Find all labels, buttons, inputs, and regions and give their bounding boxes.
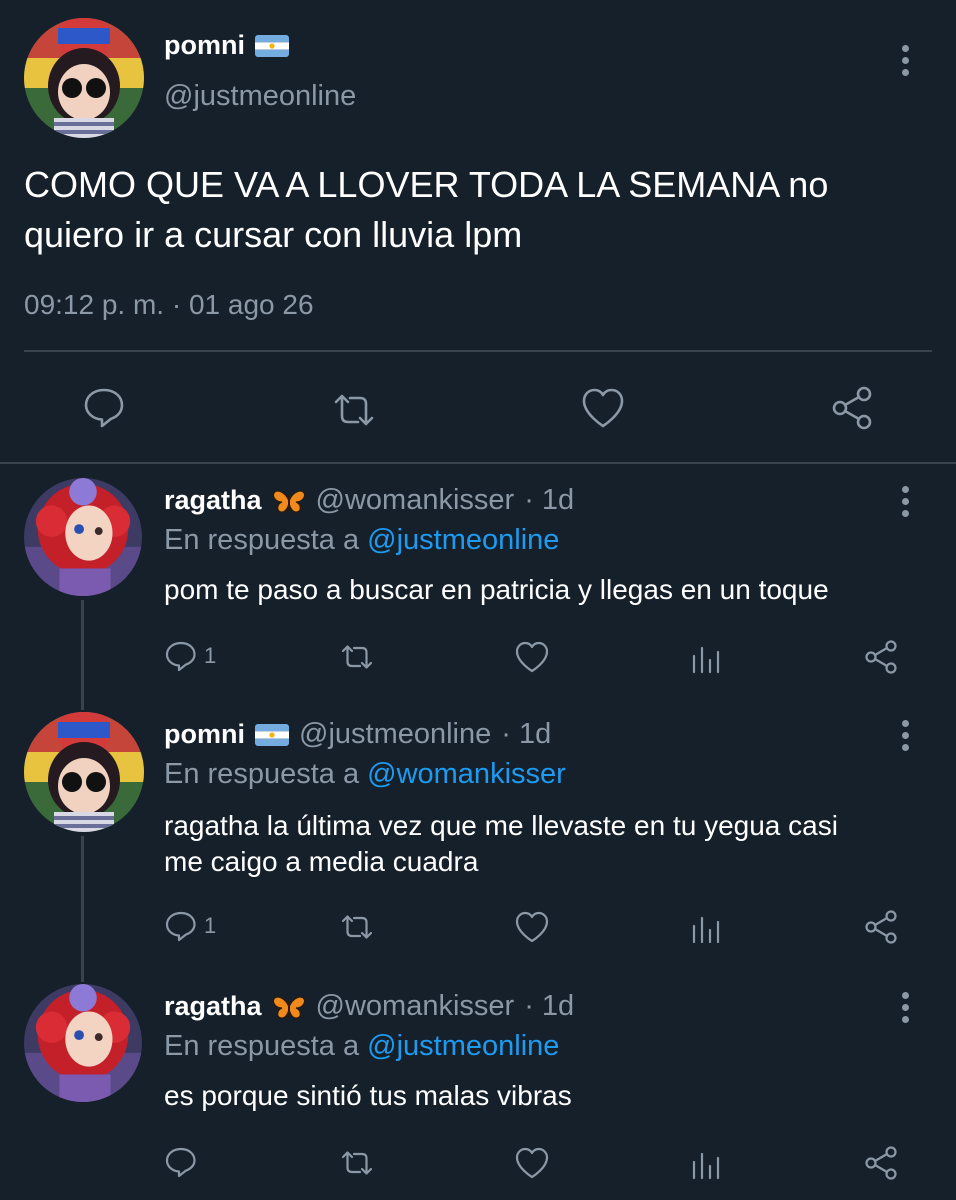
reply-to-link[interactable]: @womankisser bbox=[367, 758, 566, 790]
reply-text-line: pom te paso a buscar en patricia y llega… bbox=[164, 574, 829, 605]
tweet-timestamp: 09:12 p. m. · 01 ago 26 bbox=[24, 289, 314, 320]
tweet-text-line: COMO QUE VA A LLOVER TODA LA SEMANA no bbox=[24, 164, 829, 205]
reply-icon[interactable] bbox=[82, 386, 126, 430]
argentina-flag-icon bbox=[255, 723, 289, 746]
more-options-icon[interactable] bbox=[902, 45, 912, 81]
avatar[interactable] bbox=[24, 478, 142, 596]
like-icon[interactable] bbox=[580, 386, 626, 430]
tweet-time: · 1d bbox=[501, 718, 552, 750]
reply-count: 1 bbox=[204, 643, 217, 668]
reply-action[interactable]: 1 bbox=[164, 640, 216, 672]
retweet-icon[interactable] bbox=[338, 912, 376, 942]
share-icon[interactable] bbox=[862, 638, 900, 676]
reply-action[interactable]: 1 bbox=[164, 910, 216, 942]
tweet-time: · 1d bbox=[524, 990, 575, 1022]
reply-tweet[interactable]: ragatha @womankisser · 1d En respuesta a… bbox=[0, 982, 956, 1200]
more-options-icon[interactable] bbox=[902, 992, 912, 1028]
author-handle[interactable]: @justmeonline bbox=[299, 718, 491, 751]
author-handle[interactable]: @justmeonline bbox=[164, 80, 356, 113]
author-handle[interactable]: @womankisser bbox=[316, 484, 515, 517]
retweet-icon[interactable] bbox=[330, 390, 378, 430]
butterfly-icon bbox=[272, 487, 306, 515]
reply-icon[interactable] bbox=[164, 1146, 198, 1178]
reply-tweet[interactable]: pomni @justmeonline · 1d En respuesta a … bbox=[0, 710, 956, 960]
author-name[interactable]: pomni bbox=[164, 30, 245, 61]
reply-prefix: En respuesta a bbox=[164, 758, 360, 790]
views-icon[interactable] bbox=[690, 912, 722, 944]
avatar[interactable] bbox=[24, 712, 144, 832]
reply-count: 1 bbox=[204, 913, 217, 938]
more-options-icon[interactable] bbox=[902, 486, 912, 522]
share-icon[interactable] bbox=[862, 1144, 900, 1182]
reply-icon[interactable] bbox=[164, 910, 198, 942]
author-name[interactable]: ragatha bbox=[164, 991, 262, 1022]
views-icon[interactable] bbox=[690, 1148, 722, 1180]
argentina-flag-icon bbox=[255, 34, 289, 57]
author-name[interactable]: pomni bbox=[164, 719, 245, 750]
retweet-icon[interactable] bbox=[338, 642, 376, 672]
share-icon[interactable] bbox=[862, 908, 900, 946]
butterfly-icon bbox=[272, 993, 306, 1021]
like-icon[interactable] bbox=[514, 910, 550, 944]
reply-text-line: ragatha la última vez que me llevaste en… bbox=[164, 810, 838, 841]
reply-tweet[interactable]: ragatha @womankisser · 1d En respuesta a… bbox=[0, 476, 956, 696]
share-icon[interactable] bbox=[828, 384, 876, 432]
divider bbox=[24, 350, 932, 352]
tweet-text-line: quiero ir a cursar con lluvia lpm bbox=[24, 214, 523, 255]
like-icon[interactable] bbox=[514, 640, 550, 674]
retweet-icon[interactable] bbox=[338, 1148, 376, 1178]
views-icon[interactable] bbox=[690, 642, 722, 674]
reply-to-link[interactable]: @justmeonline bbox=[367, 524, 559, 556]
divider bbox=[0, 462, 956, 464]
author-handle[interactable]: @womankisser bbox=[316, 990, 515, 1023]
reply-icon[interactable] bbox=[164, 640, 198, 672]
more-options-icon[interactable] bbox=[902, 720, 912, 756]
like-icon[interactable] bbox=[514, 1146, 550, 1180]
author-name[interactable]: ragatha bbox=[164, 485, 262, 516]
reply-prefix: En respuesta a bbox=[164, 524, 360, 556]
reply-prefix: En respuesta a bbox=[164, 1030, 360, 1062]
tweet-time: · 1d bbox=[524, 484, 575, 516]
reply-to-link[interactable]: @justmeonline bbox=[367, 1030, 559, 1062]
avatar[interactable] bbox=[24, 984, 142, 1102]
avatar[interactable] bbox=[24, 18, 144, 138]
reply-text-line: es porque sintió tus malas vibras bbox=[164, 1080, 572, 1111]
reply-text-line: me caigo a media cuadra bbox=[164, 846, 479, 877]
